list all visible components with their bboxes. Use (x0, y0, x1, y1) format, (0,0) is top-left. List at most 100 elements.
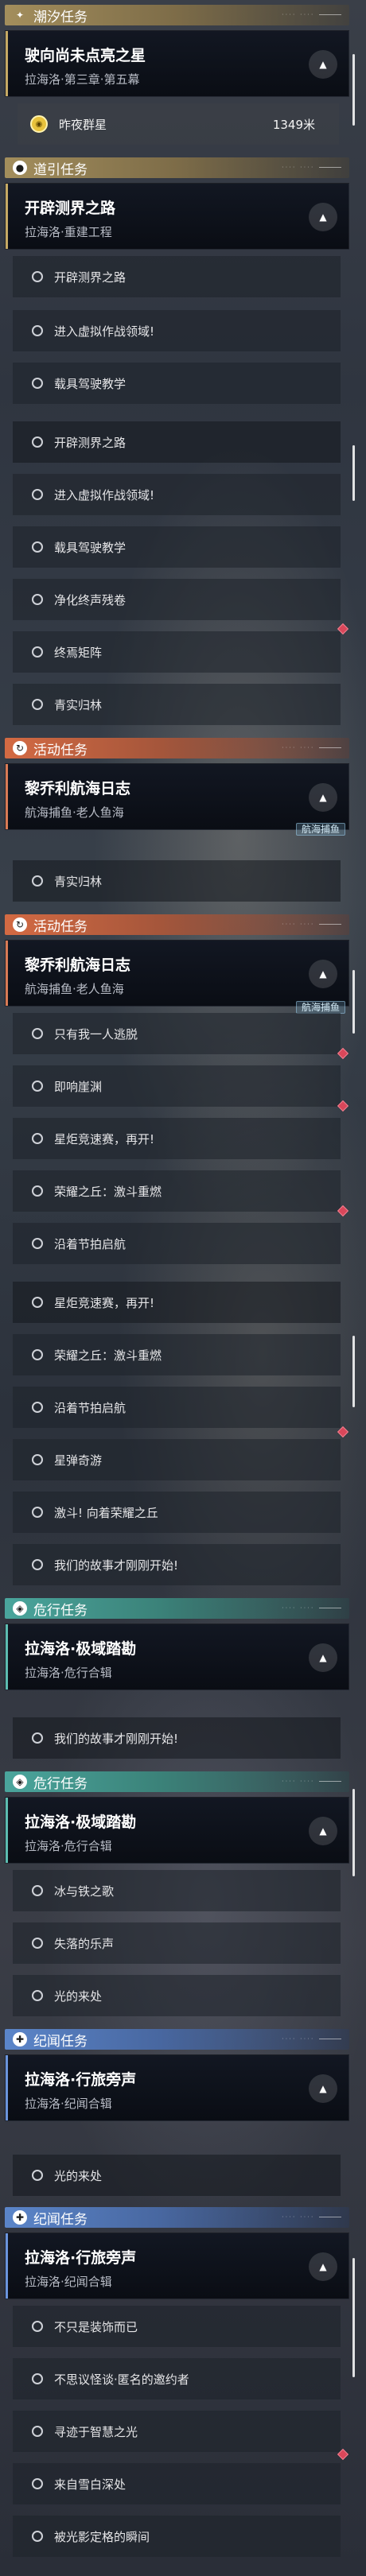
collapse-button[interactable]: ▲ (309, 783, 337, 812)
quest-subtitle: 拉海洛·危行合辑 (25, 1666, 112, 1680)
circle-icon (32, 325, 43, 336)
quest-card-guide[interactable]: 开辟测界之路 拉海洛·重建工程 ▲ (5, 183, 349, 250)
scrollbar-thumb[interactable] (352, 445, 355, 501)
quest-subtitle: 航海捕鱼·老人鱼海 (25, 805, 124, 820)
chevron-up-icon: ▲ (319, 792, 327, 803)
quest-title: 驶向尚未点亮之星 (25, 47, 146, 64)
chevron-up-icon: ▲ (319, 211, 327, 223)
list-item[interactable]: 荣耀之丘：激斗重燃 (13, 1334, 341, 1375)
circle-icon (32, 1885, 43, 1896)
list-item[interactable]: 进入虚拟作战领域! (13, 474, 341, 515)
list-item[interactable]: 只有我一人逃脱 (13, 1013, 349, 1060)
list-item[interactable]: 即响崖渊 (13, 1065, 349, 1112)
list-item[interactable]: 星炬竞速赛，再开! (13, 1282, 341, 1323)
quest-subtitle: 拉海洛·危行合辑 (25, 1839, 112, 1853)
list-item[interactable]: 我们的故事才刚刚开始! (13, 1544, 341, 1585)
record-icon: ✚ (13, 2210, 27, 2225)
circle-icon (32, 1559, 43, 1570)
event-flag-icon: ↻ (13, 741, 27, 755)
list-item[interactable]: 沿着节拍启航 (13, 1387, 349, 1438)
list-item[interactable]: 荣耀之丘：激斗重燃 (13, 1170, 349, 1217)
quest-title: 拉海洛·极域踏勘 (25, 1640, 137, 1658)
alert-diamond-icon (337, 1047, 349, 1060)
alert-diamond-icon (337, 623, 349, 635)
quest-title: 拉海洛·行旅旁声 (25, 2071, 137, 2089)
quest-card-event[interactable]: 黎乔利航海日志 航海捕鱼·老人鱼海 ▲ 航海捕鱼 (5, 940, 349, 1014)
star-plus-icon: ✦ (15, 10, 25, 21)
list-item[interactable]: 净化终声残卷 (13, 579, 341, 620)
circle-icon (32, 1402, 43, 1413)
list-item[interactable]: 进入虚拟作战领域! (13, 310, 341, 351)
collapse-button[interactable]: ▲ (309, 2252, 337, 2281)
list-item[interactable]: 光的来处 (13, 2155, 341, 2196)
scrollbar-thumb[interactable] (352, 970, 355, 1034)
scrollbar-thumb[interactable] (352, 1336, 355, 1407)
scrollbar-thumb[interactable] (352, 2258, 355, 2377)
collapse-button[interactable]: ▲ (309, 1817, 337, 1845)
list-item[interactable]: 不只是装饰而已 (13, 2306, 341, 2347)
list-item[interactable]: 载具驾驶教学 (13, 526, 341, 568)
list-item[interactable]: 载具驾驶教学 (13, 363, 341, 404)
target-name: 昨夜群星 (59, 117, 107, 132)
circle-icon (32, 1938, 43, 1949)
quest-subtitle: 拉海洛·纪闻合辑 (25, 2275, 112, 2289)
circle-icon (32, 271, 43, 282)
list-item[interactable]: 来自雪白深处 (13, 2463, 341, 2504)
quest-title: 开辟测界之路 (25, 200, 116, 217)
collapse-button[interactable]: ▲ (309, 50, 337, 79)
quest-title: 黎乔利航海日志 (25, 956, 131, 974)
circle-icon (32, 1507, 43, 1518)
list-item[interactable]: 激斗! 向着荣耀之丘 (13, 1492, 341, 1533)
quest-subtitle: 拉海洛·第三章·第五幕 (25, 72, 140, 87)
quest-subtitle: 拉海洛·纪闻合辑 (25, 2097, 112, 2111)
scrollbar-thumb[interactable] (352, 54, 355, 126)
collapse-button[interactable]: ▲ (309, 960, 337, 988)
section-header-danger: ◈ 危行任务 ···· ···· (5, 1771, 349, 1792)
circle-icon (32, 1133, 43, 1144)
circle-icon (32, 2478, 43, 2489)
alert-diamond-icon (337, 1100, 349, 1112)
section-header-event: ↻ 活动任务 ···· ···· (5, 914, 349, 935)
section-title: 纪闻任务 (33, 2033, 88, 2050)
list-item[interactable]: 寻迹于智慧之光 (13, 2411, 349, 2461)
scrollbar-thumb[interactable] (352, 1789, 355, 1876)
quest-card-danger[interactable]: 拉海洛·极域踏勘 拉海洛·危行合辑 ▲ (5, 1797, 349, 1864)
list-item[interactable]: 我们的故事才刚刚开始! (13, 1717, 341, 1759)
circle-icon (32, 1028, 43, 1039)
section-title: 危行任务 (33, 1775, 88, 1792)
list-item[interactable]: 失落的乐声 (13, 1922, 341, 1964)
circle-icon (32, 489, 43, 500)
danger-icon: ◈ (13, 1601, 27, 1616)
list-item[interactable]: 不思议怪谈·匿名的邀约者 (13, 2358, 341, 2399)
quest-card-record[interactable]: 拉海洛·行旅旁声 拉海洛·纪闻合辑 ▲ (5, 2233, 349, 2299)
list-item[interactable]: 星弹奇游 (13, 1439, 341, 1480)
quest-card-tide[interactable]: 驶向尚未点亮之星 拉海洛·第三章·第五幕 ▲ (5, 30, 349, 97)
section-header-record: ✚ 纪闻任务 ···· ···· (5, 2029, 349, 2050)
list-item[interactable]: 被光影定格的瞬间 (13, 2516, 341, 2557)
collapse-button[interactable]: ▲ (309, 1643, 337, 1672)
target-distance: 1349米 (272, 117, 315, 132)
list-item[interactable]: 青实归林 (13, 684, 341, 725)
list-item[interactable]: 开辟测界之路 (13, 256, 341, 297)
chevron-up-icon: ▲ (319, 2083, 327, 2094)
danger-icon: ◈ (13, 1775, 27, 1789)
list-item[interactable]: 冰与铁之歌 (13, 1870, 341, 1911)
list-item[interactable]: 青实归林 (13, 860, 341, 902)
list-item[interactable]: 沿着节拍启航 (13, 1223, 341, 1264)
alert-diamond-icon (337, 1205, 349, 1217)
list-item[interactable]: 开辟测界之路 (13, 421, 341, 463)
tracked-target[interactable]: ◉ 昨夜群星 1349米 (18, 103, 339, 145)
quest-card-danger[interactable]: 拉海洛·极域踏勘 拉海洛·危行合辑 ▲ (5, 1624, 349, 1690)
collapse-button[interactable]: ▲ (309, 2074, 337, 2103)
list-item[interactable]: 星炬竞速赛，再开! (13, 1118, 341, 1159)
circle-icon (32, 436, 43, 448)
list-item[interactable]: 光的来处 (13, 1975, 341, 2016)
coin-icon: ◉ (30, 115, 48, 133)
list-item[interactable]: 终焉矩阵 (13, 623, 349, 673)
quest-card-record[interactable]: 拉海洛·行旅旁声 拉海洛·纪闻合辑 ▲ (5, 2054, 349, 2121)
circle-icon (32, 1349, 43, 1360)
quest-card-event[interactable]: 黎乔利航海日志 航海捕鱼·老人鱼海 ▲ 航海捕鱼 (5, 763, 349, 836)
circle-icon (32, 594, 43, 605)
collapse-button[interactable]: ▲ (309, 203, 337, 231)
section-header-record: ✚ 纪闻任务 ···· ···· (5, 2207, 349, 2228)
